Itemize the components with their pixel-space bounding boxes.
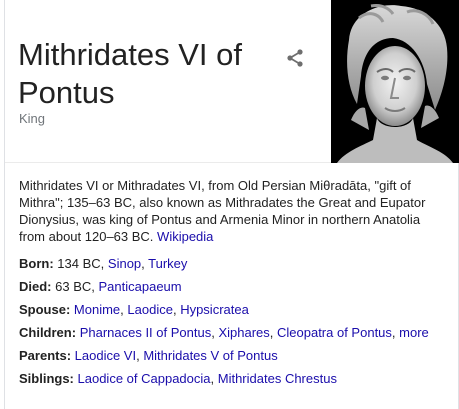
fact-link[interactable]: Hypsicratea: [180, 302, 249, 317]
fact-label: Died:: [19, 279, 52, 294]
fact-label: Children:: [19, 325, 77, 340]
fact-link[interactable]: Mithridates Chrestus: [218, 371, 337, 386]
entity-description: Mithridates VI or Mithradates VI, from O…: [19, 177, 449, 245]
panel-header: Mithridates VI of Pontus King: [5, 0, 459, 163]
share-icon[interactable]: [283, 46, 307, 70]
fact-parents: Parents: Laodice VI, Mithridates V of Po…: [19, 348, 278, 363]
entity-subtitle: King: [19, 111, 46, 126]
fact-link[interactable]: Monime: [74, 302, 120, 317]
fact-children: Children: Pharnaces II of Pontus, Xiphar…: [19, 325, 429, 340]
fact-siblings: Siblings: Laodice of Cappadocia, Mithrid…: [19, 371, 337, 386]
fact-spouse: Spouse: Monime, Laodice, Hypsicratea: [19, 302, 249, 317]
wikipedia-link[interactable]: Wikipedia: [157, 229, 213, 244]
fact-link[interactable]: Mithridates V of Pontus: [143, 348, 277, 363]
description-text: Mithridates VI or Mithradates VI, from O…: [19, 178, 426, 244]
fact-label: Spouse:: [19, 302, 71, 317]
more-link[interactable]: more: [399, 325, 429, 340]
fact-link[interactable]: Xiphares: [218, 325, 269, 340]
fact-link[interactable]: Cleopatra of Pontus: [277, 325, 392, 340]
fact-label: Siblings:: [19, 371, 74, 386]
entity-title: Mithridates VI of Pontus: [18, 37, 242, 110]
fact-label: Born:: [19, 256, 54, 271]
fact-link[interactable]: Laodice VI: [75, 348, 136, 363]
fact-link[interactable]: Turkey: [148, 256, 187, 271]
fact-value: 63 BC,: [55, 279, 95, 294]
fact-link[interactable]: Panticapaeum: [99, 279, 182, 294]
facts-list: Born: 134 BC, Sinop, Turkey Died: 63 BC,…: [19, 255, 449, 393]
fact-link[interactable]: Laodice of Cappadocia: [78, 371, 211, 386]
fact-link[interactable]: Sinop: [108, 256, 141, 271]
knowledge-panel: Mithridates VI of Pontus King Mithridate…: [4, 0, 459, 409]
fact-label: Parents:: [19, 348, 72, 363]
fact-link[interactable]: Pharnaces II of Pontus: [80, 325, 212, 340]
fact-value: 134 BC,: [57, 256, 105, 271]
bust-portrait-image[interactable]: [331, 0, 459, 163]
fact-link[interactable]: Laodice: [127, 302, 173, 317]
fact-born: Born: 134 BC, Sinop, Turkey: [19, 256, 188, 271]
fact-died: Died: 63 BC, Panticapaeum: [19, 278, 449, 301]
